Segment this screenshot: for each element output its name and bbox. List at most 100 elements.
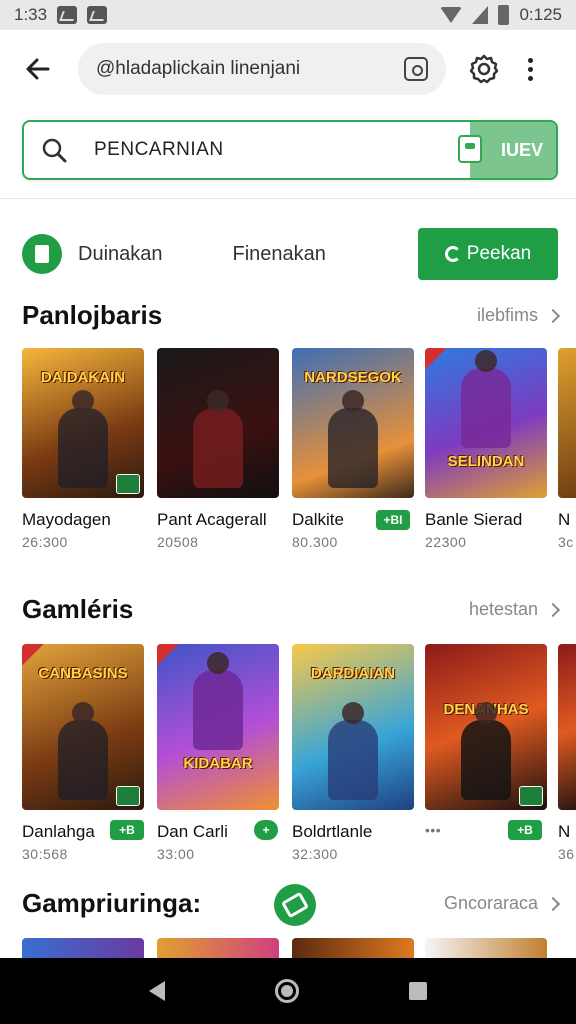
filter-action-button[interactable]: Peekan bbox=[418, 228, 558, 280]
section-title: Gamléris bbox=[22, 594, 134, 624]
address-bar[interactable]: @hladaplickain linenjani bbox=[78, 43, 446, 95]
gallery-icon bbox=[57, 6, 78, 24]
corner-ribbon bbox=[157, 644, 179, 666]
document-icon[interactable] bbox=[22, 234, 62, 274]
app-card[interactable]: DAIDAKAIN Mayodagen 26:300 bbox=[22, 348, 144, 550]
thumbnail-text: DAIDAKAIN bbox=[40, 369, 126, 386]
app-card[interactable]: DARDIAIAN Boldrtlanle 32:300 bbox=[292, 644, 414, 862]
app-name: Boldrtlanle bbox=[292, 822, 373, 841]
character-art bbox=[461, 350, 511, 448]
section-more-label: Gncoraraca bbox=[443, 893, 538, 913]
app-meta: 32:300 bbox=[292, 846, 338, 862]
search-box: IUEV bbox=[22, 120, 558, 180]
wifi-icon bbox=[440, 7, 463, 23]
app-card-partial[interactable]: N 3c bbox=[558, 348, 576, 550]
app-thumbnail[interactable] bbox=[22, 938, 144, 958]
character-art bbox=[193, 652, 243, 750]
app-meta: 80.300 bbox=[292, 534, 338, 550]
app-row-3-partial bbox=[22, 938, 576, 958]
settings-button[interactable] bbox=[464, 49, 504, 89]
section-more-label: ilebfims bbox=[476, 305, 538, 325]
section-more-link[interactable]: hetestan bbox=[468, 599, 561, 620]
app-row-1: DAIDAKAIN Mayodagen 26:300 Pant Acageral… bbox=[22, 348, 576, 558]
app-thumbnail bbox=[558, 644, 576, 810]
app-name: Mayodagen bbox=[22, 510, 111, 529]
app-thumbnail: DAIDAKAIN bbox=[22, 348, 144, 498]
search-action-button[interactable]: IUEV bbox=[458, 122, 556, 178]
battery-icon bbox=[498, 5, 510, 25]
section-header-1: Panlojbaris ilebfims bbox=[22, 300, 561, 331]
search-input[interactable] bbox=[84, 122, 470, 178]
thumbnail-text: CANBASINS bbox=[38, 665, 128, 682]
section-more-link[interactable]: Gncoraraca bbox=[443, 893, 561, 914]
filter-option-2[interactable]: Finenakan bbox=[233, 243, 326, 266]
search-icon[interactable] bbox=[24, 122, 84, 178]
app-meta: 26:300 bbox=[22, 534, 68, 550]
badge-icon bbox=[519, 786, 543, 806]
app-thumbnail[interactable] bbox=[292, 938, 414, 958]
badge-icon bbox=[116, 474, 140, 494]
app-meta: 33:00 bbox=[157, 846, 195, 862]
install-badge[interactable]: +BI bbox=[376, 510, 410, 530]
signal-icon bbox=[472, 6, 489, 24]
system-nav-bar bbox=[0, 958, 576, 1024]
app-card[interactable]: SELINDAN Banle Sierad 22300 bbox=[425, 348, 547, 550]
thumbnail-text: NARDSEGOK bbox=[304, 369, 402, 386]
shopping-bag-icon bbox=[458, 135, 482, 163]
back-button[interactable] bbox=[14, 45, 62, 93]
app-name: Banle Sierad bbox=[425, 510, 523, 529]
nav-back-icon[interactable] bbox=[149, 981, 165, 1001]
character-art bbox=[193, 390, 243, 488]
corner-ribbon bbox=[22, 644, 44, 666]
app-thumbnail: NARDSEGOK bbox=[292, 348, 414, 498]
g-logo-icon bbox=[444, 246, 461, 262]
app-name: N bbox=[558, 510, 571, 529]
install-badge[interactable]: +B bbox=[508, 820, 542, 840]
chevron-right-icon bbox=[545, 602, 561, 617]
app-thumbnail: SELINDAN bbox=[425, 348, 547, 498]
character-art bbox=[58, 702, 108, 800]
app-thumbnail[interactable] bbox=[157, 938, 279, 958]
section-more-link[interactable]: ilebfims bbox=[476, 305, 561, 326]
filter-option-1[interactable]: Duinakan bbox=[78, 243, 163, 266]
filter-row: Duinakan Finenakan Peekan bbox=[22, 226, 558, 282]
search-action-label: IUEV bbox=[500, 139, 543, 160]
app-card[interactable]: DENANHAS ••• bbox=[425, 644, 547, 838]
app-thumbnail[interactable] bbox=[425, 938, 547, 958]
character-art bbox=[328, 390, 378, 488]
nav-recents-icon[interactable] bbox=[409, 982, 427, 1000]
divider bbox=[0, 198, 576, 199]
app-card[interactable]: Pant Acagerall 20508 bbox=[157, 348, 279, 550]
section-header-2: Gamléris hetestan bbox=[22, 594, 561, 625]
app-thumbnail bbox=[558, 348, 576, 498]
app-meta: 30:568 bbox=[22, 846, 68, 862]
corner-ribbon bbox=[425, 348, 447, 370]
app-row-2: CANBASINS Danlahga 30:568 +B KIDABAR Dan… bbox=[22, 644, 576, 862]
character-art bbox=[461, 702, 511, 800]
app-thumbnail bbox=[157, 348, 279, 498]
section-more-label: hetestan bbox=[468, 599, 538, 619]
tag-icon[interactable] bbox=[274, 884, 316, 926]
app-thumbnail: DARDIAIAN bbox=[292, 644, 414, 810]
section-title: Gampriuringa: bbox=[22, 888, 202, 918]
nav-home-icon[interactable] bbox=[275, 979, 299, 1003]
camera-icon[interactable] bbox=[404, 57, 428, 81]
more-options-button[interactable] bbox=[520, 49, 540, 89]
chevron-right-icon bbox=[545, 896, 561, 911]
app-card-partial[interactable]: N 36 bbox=[558, 644, 576, 862]
install-badge[interactable]: +B bbox=[110, 820, 144, 840]
install-badge[interactable]: + bbox=[254, 820, 278, 840]
thumbnail-text: SELINDAN bbox=[447, 453, 525, 470]
thumbnail-text: KIDABAR bbox=[183, 755, 253, 772]
more-vertical-icon bbox=[527, 57, 533, 63]
status-bar: 1:33 0:125 bbox=[0, 0, 576, 30]
address-text: @hladaplickain linenjani bbox=[96, 58, 301, 79]
app-thumbnail: DENANHAS bbox=[425, 644, 547, 810]
character-art bbox=[328, 702, 378, 800]
app-thumbnail: KIDABAR bbox=[157, 644, 279, 810]
arrow-left-icon bbox=[26, 58, 50, 80]
status-time: 1:33 bbox=[14, 5, 48, 24]
app-name: N bbox=[558, 822, 571, 841]
chevron-right-icon bbox=[545, 308, 561, 323]
app-meta: 22300 bbox=[425, 534, 467, 550]
